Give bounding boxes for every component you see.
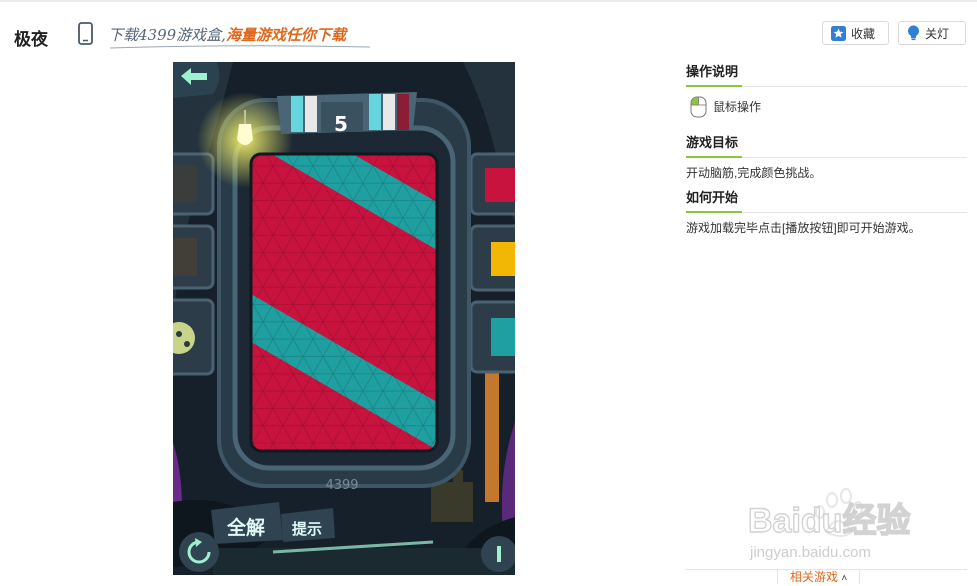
phone-icon <box>78 22 93 45</box>
controls-accent <box>686 85 742 87</box>
favorite-button[interactable]: 收藏 <box>822 21 889 45</box>
goal-text: 开动脑筋,完成颜色挑战。 <box>686 166 822 180</box>
lamp-bulb-icon <box>237 124 253 145</box>
red-color-swatch[interactable] <box>485 168 515 202</box>
level-banner: 5 <box>277 92 417 136</box>
star-icon <box>831 25 846 41</box>
hint-button[interactable]: 提示 <box>281 508 335 542</box>
color-board[interactable] <box>251 142 437 451</box>
solve-all-label: 全解 <box>226 516 265 539</box>
hint-label: 提示 <box>292 520 322 538</box>
game-canvas[interactable]: 5 4399 全解 提示 <box>173 62 515 575</box>
lights-off-button[interactable]: 关灯 <box>898 21 966 45</box>
lights-off-label: 关灯 <box>925 26 950 41</box>
promo-download-text[interactable]: 下载4399游戏盒, <box>108 26 226 44</box>
favorite-label: 收藏 <box>851 26 876 41</box>
top-divider <box>0 0 977 2</box>
controls-heading: 操作说明 <box>686 64 739 79</box>
related-games-label: 相关游戏 <box>790 570 839 584</box>
promo-underline <box>109 45 371 49</box>
yellow-color-swatch[interactable] <box>491 242 515 276</box>
bottom-bar <box>213 548 515 575</box>
baidu-watermark: Baidu经验 jingyan.baidu.com <box>748 488 911 561</box>
lightbulb-icon <box>908 25 919 41</box>
brand-4399: 4399 <box>325 478 358 493</box>
promo-tagline-text[interactable]: 海量游戏任你下载 <box>226 26 346 44</box>
start-heading: 如何开始 <box>686 190 739 205</box>
orange-tree <box>485 362 499 502</box>
controls-mouse-label: 鼠标操作 <box>713 100 762 114</box>
download-promo[interactable]: 下载4399游戏盒,海量游戏任你下载 <box>108 24 346 45</box>
related-games-tab[interactable]: 相关游戏 ˄ <box>777 569 860 584</box>
game-title: 极夜 <box>14 30 48 49</box>
goal-heading: 游戏目标 <box>686 135 739 150</box>
level-number: 5 <box>334 112 348 136</box>
pause-icon <box>497 546 501 562</box>
watermark-url: jingyan.baidu.com <box>749 544 871 561</box>
start-text: 游戏加载完毕点击[播放按钮]即可开始游戏。 <box>686 221 921 235</box>
goal-accent <box>686 156 742 158</box>
back-button[interactable] <box>173 62 220 98</box>
right-color-slots[interactable] <box>469 152 515 374</box>
watermark-text: Baidu经验 <box>748 501 910 540</box>
mouse-icon <box>690 96 707 118</box>
start-accent <box>686 211 742 213</box>
restart-button[interactable] <box>179 532 219 572</box>
chevron-up-icon: ˄ <box>841 573 848 584</box>
teal-color-swatch[interactable] <box>491 318 515 356</box>
